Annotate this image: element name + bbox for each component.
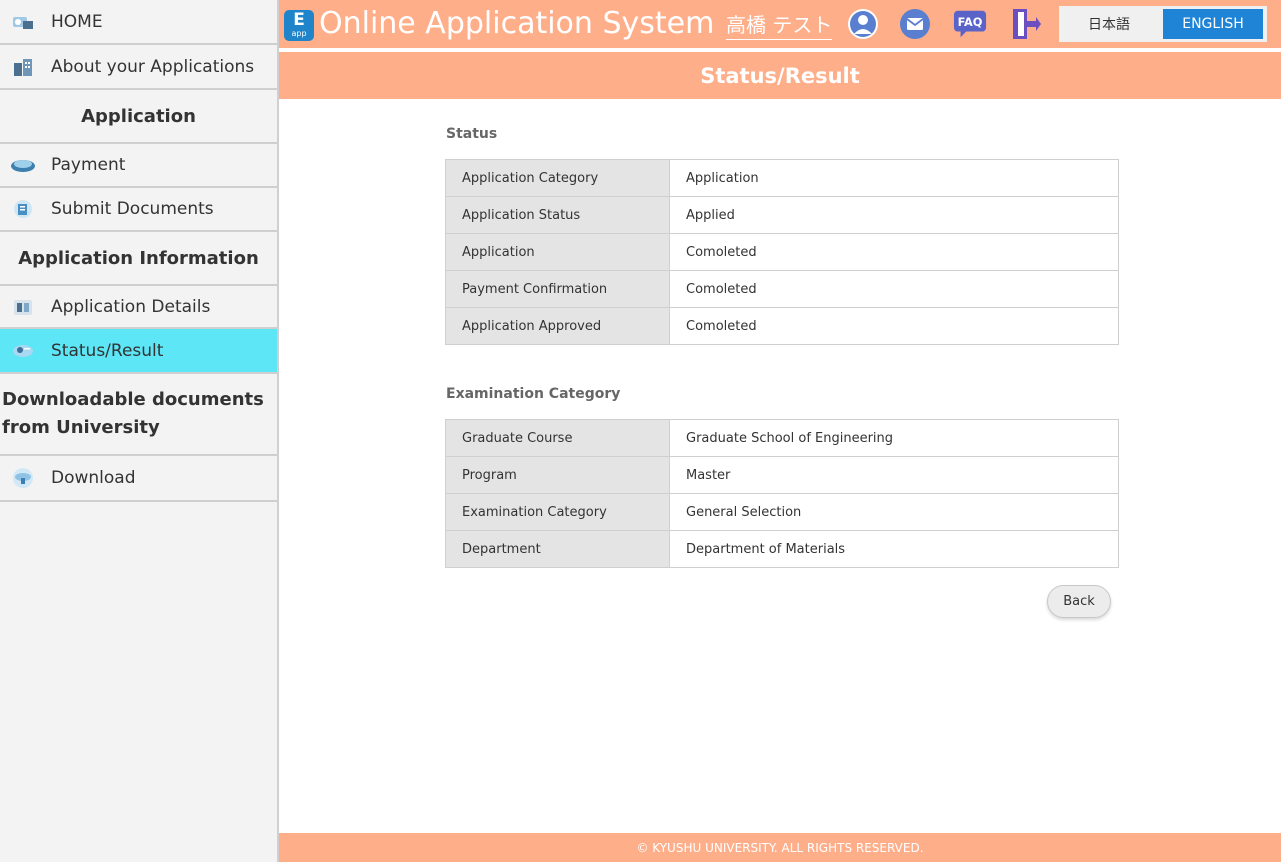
row-label: Application Category: [445, 159, 670, 197]
sidebar-item-status-result[interactable]: Status/Result: [0, 329, 277, 374]
table-row: Application Approved Comoleted: [445, 307, 1119, 345]
row-value: General Selection: [669, 493, 1119, 531]
table-row: Program Master: [445, 456, 1119, 494]
language-english-button[interactable]: ENGLISH: [1163, 9, 1263, 39]
language-japanese-button[interactable]: 日本語: [1059, 9, 1159, 39]
sidebar-item-application-details[interactable]: Application Details: [0, 286, 277, 329]
faq-label: FAQ: [958, 15, 983, 29]
sidebar-item-home[interactable]: HOME: [0, 0, 277, 45]
table-row: Examination Category General Selection: [445, 493, 1119, 531]
copyright-text: © KYUSHU UNIVERSITY. ALL RIGHTS RESERVED…: [636, 840, 924, 855]
cloud-download-icon: [10, 467, 36, 489]
documents-icon: [10, 198, 36, 220]
back-button[interactable]: Back: [1047, 585, 1111, 618]
row-label: Application Approved: [445, 307, 670, 345]
page-title-bar: Status/Result: [279, 52, 1281, 99]
table-row: Department Department of Materials: [445, 530, 1119, 568]
table-row: Application Status Applied: [445, 196, 1119, 234]
sidebar-item-label: About your Applications: [51, 56, 255, 77]
sidebar-heading-application: Application: [0, 90, 277, 144]
row-label: Payment Confirmation: [445, 270, 670, 308]
profile-icon[interactable]: [846, 7, 880, 41]
home-icon: [10, 11, 36, 33]
app-logo[interactable]: E app: [284, 10, 314, 41]
row-value: Application: [669, 159, 1119, 197]
sidebar-item-label: Status/Result: [51, 340, 164, 361]
language-switcher: 日本語 ENGLISH: [1059, 6, 1267, 42]
row-label: Application Status: [445, 196, 670, 234]
sidebar-item-label: Download: [51, 468, 136, 488]
row-value: Applied: [669, 196, 1119, 234]
row-label: Program: [445, 456, 670, 494]
sidebar-item-download[interactable]: Download: [0, 456, 277, 502]
row-label: Graduate Course: [445, 419, 670, 457]
payment-icon: [10, 154, 36, 176]
exam-section-title: Examination Category: [446, 386, 621, 402]
status-icon: [10, 340, 36, 362]
logo-sub: app: [291, 29, 307, 38]
row-value: Comoleted: [669, 270, 1119, 308]
building-icon: [10, 56, 36, 78]
sidebar-item-label: HOME: [51, 11, 103, 32]
logout-icon[interactable]: [1009, 7, 1043, 41]
user-name[interactable]: 高橋 テスト: [726, 9, 833, 40]
row-value: Comoleted: [669, 307, 1119, 345]
status-section-title: Status: [446, 126, 498, 142]
sidebar-item-label: Payment: [51, 155, 126, 175]
sidebar-item-label: Submit Documents: [51, 199, 214, 219]
sidebar-item-label: Application Details: [51, 296, 211, 317]
faq-icon[interactable]: FAQ: [953, 7, 987, 41]
table-row: Graduate Course Graduate School of Engine…: [445, 419, 1119, 457]
row-label: Examination Category: [445, 493, 670, 531]
row-value: Department of Materials: [669, 530, 1119, 568]
row-value: Master: [669, 456, 1119, 494]
sidebar-heading-application-information: Application Information: [0, 232, 277, 286]
row-label: Application: [445, 233, 670, 271]
row-label: Department: [445, 530, 670, 568]
top-header: E app Online Application System 高橋 テスト F…: [279, 0, 1281, 50]
footer: © KYUSHU UNIVERSITY. ALL RIGHTS RESERVED…: [279, 833, 1281, 862]
sidebar-item-payment[interactable]: Payment: [0, 144, 277, 188]
table-row: Application Comoleted: [445, 233, 1119, 271]
exam-table: Graduate Course Graduate School of Engine…: [445, 419, 1119, 568]
row-value: Comoleted: [669, 233, 1119, 271]
row-value: Graduate School of Engineering: [669, 419, 1119, 457]
sidebar: HOME About your Applications Application…: [0, 0, 279, 862]
logo-letter: E: [293, 10, 305, 30]
sidebar-item-about[interactable]: About your Applications: [0, 45, 277, 90]
table-row: Application Category Application: [445, 159, 1119, 197]
details-icon: [10, 296, 36, 318]
sidebar-heading-downloads: Downloadable documents from University: [0, 374, 277, 456]
mail-icon[interactable]: [898, 7, 932, 41]
sidebar-item-submit-documents[interactable]: Submit Documents: [0, 188, 277, 232]
app-title: Online Application System: [319, 6, 715, 41]
status-table: Application Category Application Applicat…: [445, 159, 1119, 345]
page-title: Status/Result: [700, 63, 860, 88]
table-row: Payment Confirmation Comoleted: [445, 270, 1119, 308]
